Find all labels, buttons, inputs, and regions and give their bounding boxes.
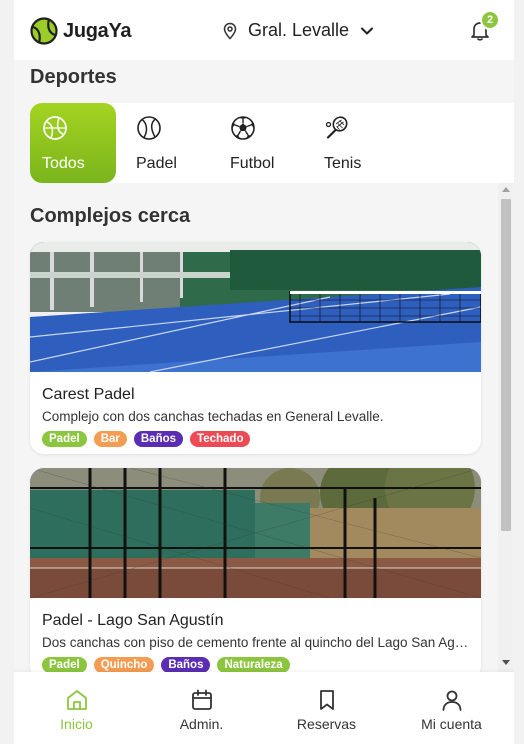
sport-label: Tenis — [324, 155, 362, 172]
complexes-section-title: Complejos cerca — [30, 205, 191, 227]
nav-item-admin[interactable]: Admin. — [139, 672, 264, 744]
bookmark-icon — [320, 690, 334, 710]
soccer-ball-icon — [231, 116, 255, 140]
sport-filter-padel[interactable]: Padel — [124, 103, 210, 183]
complex-name: Padel - Lago San Agustín — [42, 612, 224, 629]
sport-label: Padel — [136, 155, 177, 172]
chevron-down-icon — [361, 27, 374, 34]
all-sports-icon — [43, 116, 67, 140]
nav-label: Reservas — [296, 716, 357, 732]
tag-banos: Baños — [161, 657, 211, 672]
app-logo[interactable]: JugaYa — [30, 17, 132, 45]
location-selector[interactable]: Gral. Levalle — [222, 20, 375, 41]
home-icon — [67, 690, 87, 710]
tag-bar: Bar — [93, 431, 127, 447]
sports-filter-bar: Todos Padel Futbol Tenis — [30, 103, 514, 183]
tag-padel: Padel — [42, 431, 87, 447]
sport-label: Futbol — [230, 155, 275, 172]
notification-badge: 2 — [480, 10, 500, 30]
nav-label: Mi cuenta — [421, 716, 482, 732]
tag-naturaleza: Naturaleza — [217, 657, 290, 672]
sports-section-title: Deportes — [30, 66, 117, 88]
location-pin-icon — [223, 22, 237, 40]
complexes-scroll-area[interactable]: Complejos cerca Carest Padel Complejo co… — [14, 190, 514, 672]
tag-padel: Padel — [42, 657, 87, 672]
bottom-navigation: Inicio Admin. Reservas Mi cuenta — [14, 672, 514, 744]
location-label: Gral. Levalle — [248, 20, 350, 40]
complex-name: Carest Padel — [42, 386, 135, 403]
complex-tags: Padel Bar Baños Techado — [42, 431, 251, 447]
complex-photo — [30, 242, 481, 372]
sport-label: Todos — [42, 155, 85, 172]
logo-ball-icon — [30, 17, 58, 45]
tag-quincho: Quincho — [93, 657, 155, 672]
tag-techado: Techado — [190, 431, 251, 447]
complex-description: Complejo con dos canchas techadas en Gen… — [42, 409, 384, 424]
top-bar: JugaYa Gral. Levalle 2 — [14, 0, 514, 60]
nav-item-reservas[interactable]: Reservas — [264, 672, 389, 744]
sport-filter-tenis[interactable]: Tenis — [312, 103, 398, 183]
tag-banos: Baños — [133, 431, 184, 447]
nav-label: Admin. — [179, 716, 224, 732]
complex-photo — [30, 468, 481, 598]
tennis-racket-icon — [325, 116, 348, 139]
app-name: JugaYa — [63, 19, 132, 42]
app-screen: JugaYa Gral. Levalle 2 Deportes Todos Pa… — [14, 0, 514, 744]
sport-filter-todos[interactable]: Todos — [30, 103, 116, 183]
scroll-up-arrow[interactable] — [502, 187, 510, 192]
scroll-thumb[interactable] — [501, 199, 511, 531]
nav-item-mi-cuenta[interactable]: Mi cuenta — [389, 672, 514, 744]
nav-item-inicio[interactable]: Inicio — [14, 672, 139, 744]
complex-card[interactable]: Carest Padel Complejo con dos canchas te… — [30, 242, 481, 454]
padel-ball-icon — [137, 116, 161, 140]
complex-card[interactable]: Padel - Lago San Agustín Dos canchas con… — [30, 468, 481, 672]
complex-description: Dos canchas con piso de cemento frente a… — [42, 635, 472, 650]
complex-tags: Padel Quincho Baños Naturaleza — [42, 657, 290, 672]
user-icon — [442, 690, 462, 711]
scroll-down-arrow[interactable] — [502, 660, 510, 665]
nav-label: Inicio — [60, 716, 93, 732]
scrollbar[interactable] — [498, 183, 514, 673]
calendar-icon — [192, 689, 212, 710]
sport-filter-futbol[interactable]: Futbol — [218, 103, 304, 183]
